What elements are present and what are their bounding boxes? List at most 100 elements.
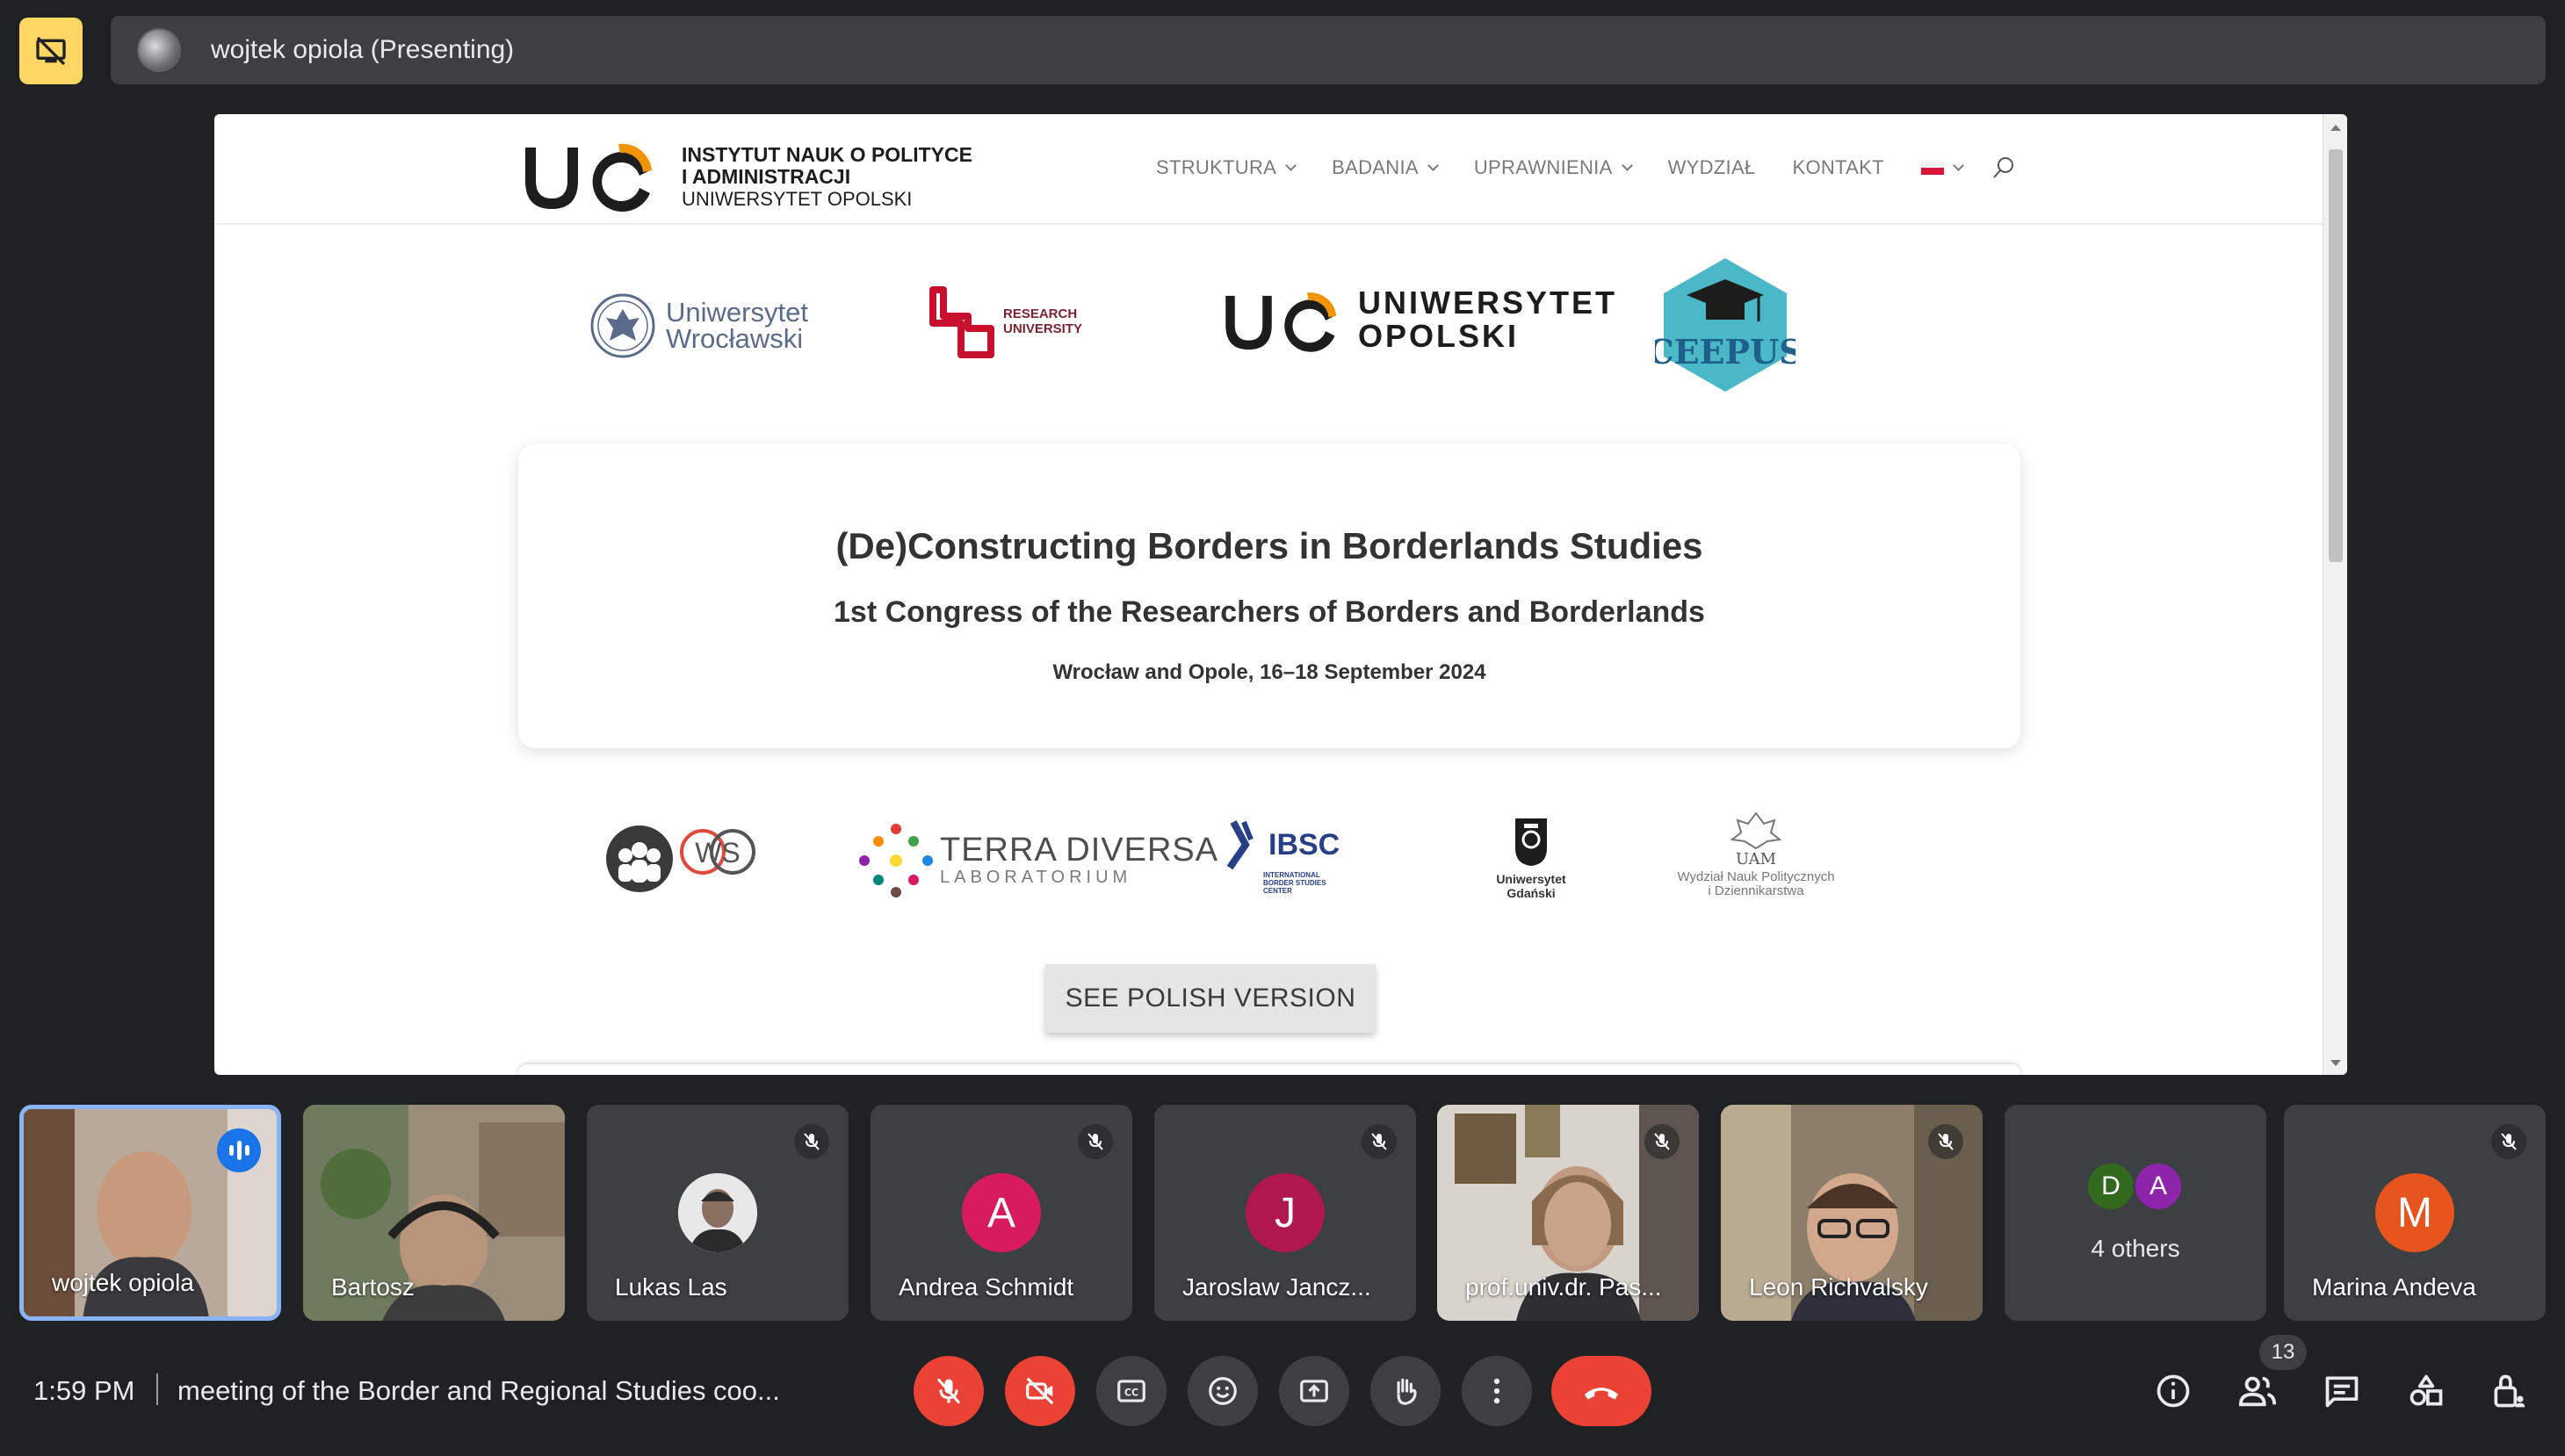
congress-subtitle: 1st Congress of the Researchers of Borde… (834, 595, 1705, 629)
lock-person-icon (2494, 1374, 2525, 1408)
ru-line2: UNIVERSITY (1003, 321, 1083, 336)
chevron-down-icon (1285, 159, 1297, 171)
more-options-button[interactable] (1462, 1356, 1532, 1426)
ibsc-text: IBSC (1268, 827, 1340, 861)
mic-off-icon (1928, 1124, 1963, 1159)
others-avatars: D A (2085, 1161, 2184, 1212)
chevron-down-icon (1427, 159, 1439, 171)
camera-toggle-button[interactable] (1005, 1356, 1075, 1426)
scroll-up-arrow-icon[interactable] (2330, 125, 2341, 131)
ug-line1: Uniwersytet (1496, 872, 1566, 886)
participant-avatar-letter: A (962, 1173, 1041, 1252)
participant-tile[interactable]: prof.univ.dr. Pas... (1437, 1105, 1699, 1321)
research-university-logo: RESEARCH UNIVERSITY (926, 285, 1082, 358)
scroll-down-arrow-icon[interactable] (2330, 1060, 2341, 1066)
uniwersytet-opolski-logo: UNIWERSYTET OPOLSKI (1221, 283, 1617, 357)
meeting-details-button[interactable] (2147, 1365, 2200, 1417)
uam-logo: UAM Wydział Nauk Politycznych i Dziennik… (1664, 810, 1848, 898)
nav-struktura[interactable]: STRUKTURA (1156, 156, 1297, 179)
institute-line3: UNIWERSYTET OPOLSKI (682, 188, 913, 210)
nav-wydzial[interactable]: WYDZIAŁ (1668, 156, 1756, 179)
participant-tile[interactable]: A Andrea Schmidt (871, 1105, 1132, 1321)
uam-emblem-icon: UAM (1730, 811, 1782, 869)
page-scrollbar[interactable] (2323, 114, 2347, 1075)
participant-avatar-letter: J (1246, 1173, 1325, 1252)
svg-text:CC: CC (1124, 1388, 1138, 1399)
microphone-toggle-button[interactable] (914, 1356, 984, 1426)
stop-presenting-icon (36, 36, 66, 66)
uwr-line2: Wrocławski (666, 323, 804, 354)
uam-logo-text: UAM (1736, 850, 1776, 866)
captions-button[interactable]: CC (1096, 1356, 1167, 1426)
emoji-icon (1209, 1377, 1237, 1405)
participant-tile[interactable]: M Marina Andeva (2284, 1105, 2546, 1321)
ws-logo: WS (604, 824, 762, 894)
people-icon (2238, 1376, 2277, 1407)
hand-icon (1397, 1378, 1417, 1405)
more-vert-icon (1493, 1378, 1500, 1404)
presenter-name: wojtek opiola (Presenting) (211, 35, 515, 64)
stop-presenting-button[interactable] (19, 18, 83, 84)
scroll-thumb[interactable] (2329, 149, 2343, 562)
participant-tile[interactable]: Leon Richvalsky (1721, 1105, 1983, 1321)
congress-title: (De)Constructing Borders in Borderlands … (835, 525, 1703, 566)
uam-line1: Wydział Nauk Politycznych (1677, 869, 1835, 884)
uo-line1: UNIWERSYTET (1358, 285, 1618, 321)
presenter-info[interactable]: wojtek opiola (Presenting) (111, 16, 2546, 84)
people-group-icon (606, 825, 673, 892)
leave-call-button[interactable] (1551, 1356, 1651, 1426)
nav-uprawnienia[interactable]: UPRAWNIENIA (1474, 156, 1633, 179)
ceepus-text: CEEPUS (1655, 332, 1796, 371)
activities-shapes-icon (2410, 1374, 2443, 1406)
congress-date: Wrocław and Opole, 16–18 September 2024 (1052, 660, 1486, 684)
site-nav: STRUKTURA BADANIA UPRAWNIENIA WYDZIAŁ KO… (1156, 156, 1999, 179)
activities-button[interactable] (2400, 1365, 2453, 1417)
institute-line1: INSTYTUT NAUK O POLITYCE (682, 143, 972, 166)
language-selector[interactable] (1920, 159, 1964, 175)
presenter-bar: wojtek opiola (Presenting) (0, 0, 2565, 102)
participant-strip: wojtek opiola Bartosz Lukas Las A Andrea… (0, 1103, 2565, 1323)
institute-name[interactable]: INSTYTUT NAUK O POLITYCE I ADMINISTRACJI… (682, 144, 972, 211)
reactions-button[interactable] (1188, 1356, 1258, 1426)
participant-tile[interactable]: J Jaroslaw Jancz... (1154, 1105, 1416, 1321)
participant-avatar-letter: M (2375, 1173, 2454, 1252)
uwr-eagle-icon (590, 293, 655, 358)
search-icon[interactable] (1991, 155, 2017, 181)
mic-off-icon (1362, 1124, 1397, 1159)
host-controls-button[interactable] (2482, 1365, 2535, 1417)
uam-line2: i Dziennikarstwa (1708, 883, 1804, 898)
participant-avatar-letter: A (2133, 1161, 2184, 1212)
terra-line1: TERRA DIVERSA (940, 832, 1219, 869)
see-polish-version-button[interactable]: SEE POLISH VERSION (1045, 964, 1376, 1033)
meeting-title: meeting of the Border and Regional Studi… (177, 1375, 780, 1406)
participant-avatar-letter: D (2085, 1161, 2136, 1212)
participant-tile[interactable]: Lukas Las (587, 1105, 849, 1321)
raise-hand-button[interactable] (1370, 1356, 1441, 1426)
shared-screen: INSTYTUT NAUK O POLITYCE I ADMINISTRACJI… (214, 114, 2347, 1075)
meeting-clock: 1:59 PM (33, 1375, 135, 1406)
terra-diversa-icon (859, 824, 933, 897)
present-now-button[interactable] (1279, 1356, 1349, 1426)
mic-off-icon (1078, 1124, 1113, 1159)
people-button[interactable] (2231, 1365, 2284, 1417)
nav-badania[interactable]: BADANIA (1332, 156, 1439, 179)
participant-name: Jaroslaw Jancz... (1182, 1273, 1371, 1301)
nav-kontakt[interactable]: KONTAKT (1792, 156, 1883, 179)
ceepus-logo: CEEPUS (1655, 258, 1796, 392)
uo-line2: OPOLSKI (1358, 318, 1520, 354)
ru-line1: RESEARCH (1003, 306, 1078, 321)
closed-captions-icon: CC (1117, 1380, 1145, 1402)
organizer-logos: Uniwersytet Wrocławski RESEARCH UNIVERSITY… (214, 255, 2323, 395)
participant-name: Andrea Schmidt (899, 1273, 1074, 1301)
others-tile[interactable]: D A 4 others (2005, 1105, 2266, 1321)
participant-avatar-photo (678, 1173, 757, 1252)
chat-button[interactable] (2316, 1365, 2368, 1417)
participant-name: Bartosz (331, 1273, 415, 1301)
participant-tile[interactable]: wojtek opiola (19, 1105, 281, 1321)
participant-name: Marina Andeva (2312, 1273, 2476, 1301)
polish-flag-icon (1920, 161, 1944, 175)
ws-emblem: WS (680, 829, 755, 875)
terra-diversa-logo: TERRA DIVERSA LABORATORIUM (852, 820, 1218, 901)
uniwersytet-gdanski-logo: Uniwersytet Gdański (1483, 813, 1579, 900)
participant-tile[interactable]: Bartosz (303, 1105, 565, 1321)
